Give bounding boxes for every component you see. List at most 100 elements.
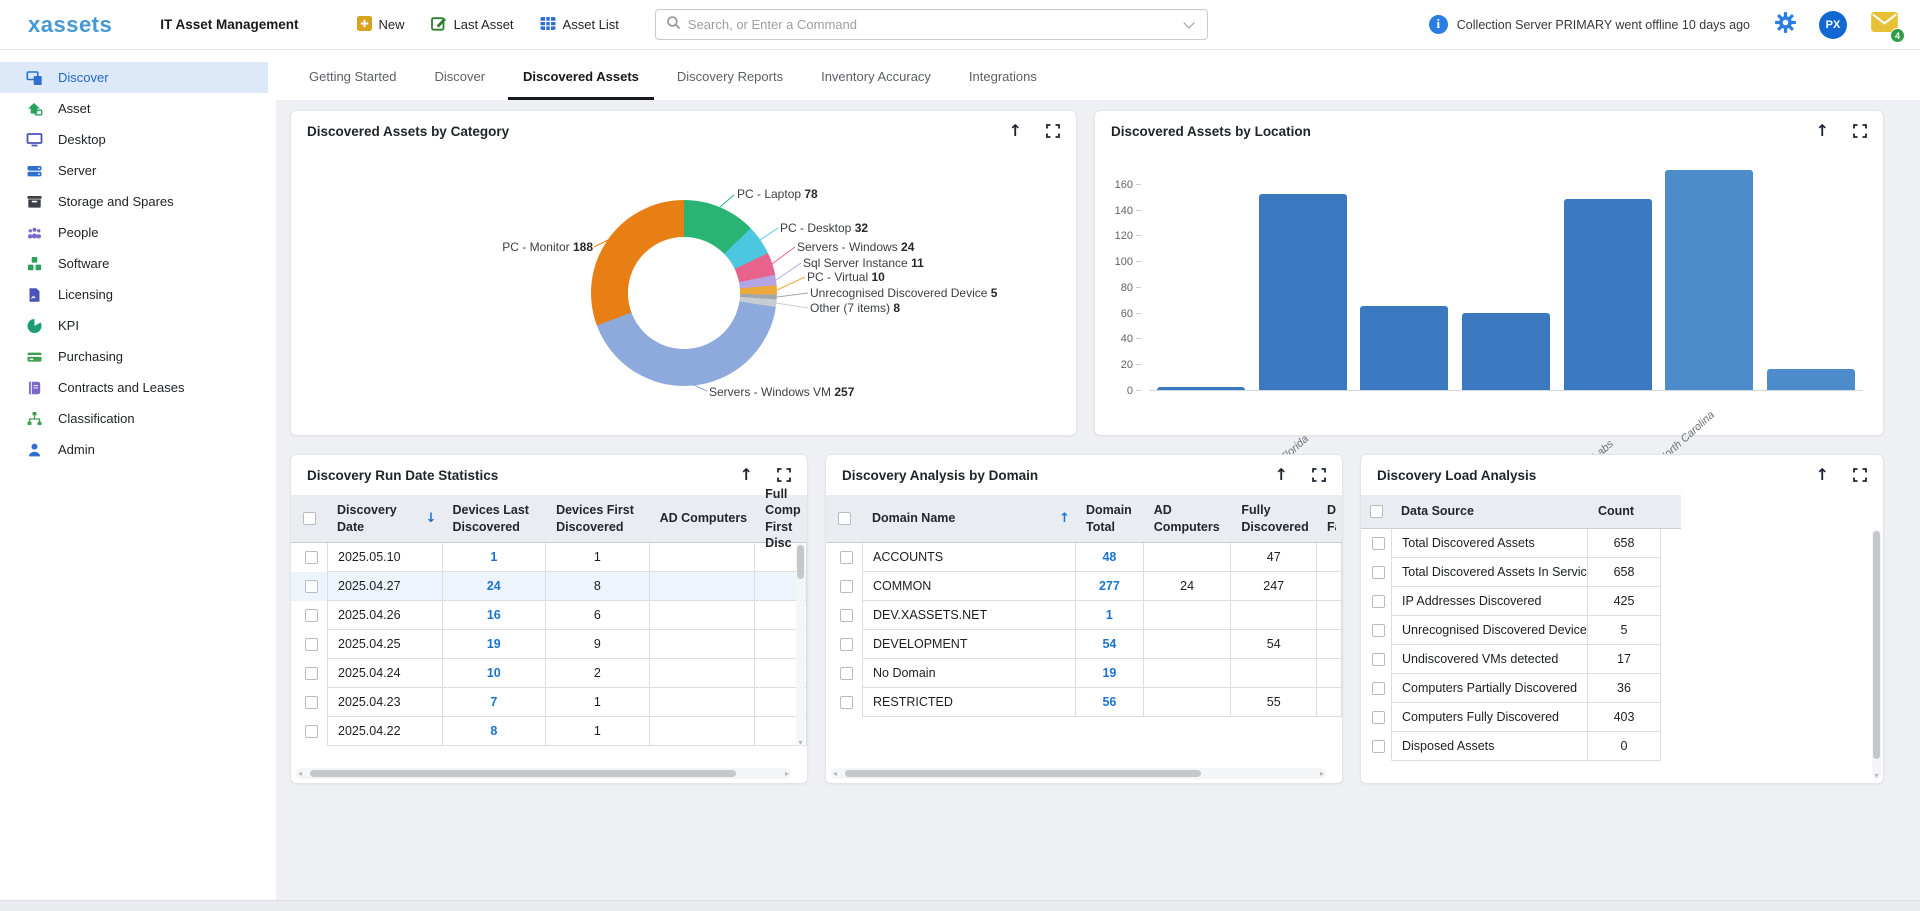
row-checkbox[interactable] [305, 580, 318, 593]
sidebar-item-contracts-and-leases[interactable]: Contracts and Leases [0, 372, 268, 403]
bar[interactable] [1767, 369, 1855, 390]
select-all-checkbox[interactable] [838, 512, 851, 525]
xassets-logo[interactable]: xassets [28, 12, 112, 38]
table-row[interactable]: Undiscovered VMs detected17 [1361, 645, 1883, 674]
expand-icon[interactable] [1046, 124, 1060, 138]
table-row[interactable]: COMMON27724247 [826, 572, 1342, 601]
table-row[interactable]: Unrecognised Discovered Devices5 [1361, 616, 1883, 645]
row-checkbox[interactable] [1372, 740, 1385, 753]
cell-total[interactable]: 19 [1076, 659, 1144, 688]
table-row[interactable]: No Domain19 [826, 659, 1342, 688]
scrollbar-thumb[interactable] [1873, 531, 1880, 759]
sidebar-item-people[interactable]: People [0, 217, 268, 248]
table-row[interactable]: Total Discovered Assets In Service658 [1361, 558, 1883, 587]
cell-total[interactable]: 48 [1076, 543, 1144, 572]
table-row[interactable]: Computers Fully Discovered403 [1361, 703, 1883, 732]
bar[interactable] [1259, 194, 1347, 390]
column-header[interactable]: Domain Name↑ [862, 510, 1076, 526]
cell-last[interactable]: 19 [443, 630, 547, 659]
row-checkbox[interactable] [1372, 711, 1385, 724]
column-header[interactable]: Domain Total [1076, 502, 1144, 535]
bar[interactable] [1564, 199, 1652, 390]
bar[interactable] [1462, 313, 1550, 390]
sidebar-item-discover[interactable]: Discover [0, 62, 268, 93]
row-checkbox[interactable] [1372, 537, 1385, 550]
chevron-down-icon[interactable] [1183, 17, 1194, 28]
sidebar-item-storage-and-spares[interactable]: Storage and Spares [0, 186, 268, 217]
row-checkbox[interactable] [840, 638, 853, 651]
tab-discovery-reports[interactable]: Discovery Reports [662, 69, 798, 100]
export-arrow-icon[interactable]: ↑ [1009, 123, 1022, 139]
expand-icon[interactable] [1853, 124, 1867, 138]
table-row[interactable]: DEV.XASSETS.NET1 [826, 601, 1342, 630]
expand-icon[interactable] [1312, 468, 1326, 482]
expand-icon[interactable] [777, 468, 791, 482]
sidebar-item-kpi[interactable]: KPI [0, 310, 268, 341]
horizontal-scrollbar[interactable] [831, 768, 1326, 779]
messages-button[interactable]: 4 [1871, 12, 1898, 37]
cell-last[interactable]: 7 [443, 688, 547, 717]
scrollbar-thumb[interactable] [310, 770, 736, 777]
column-header[interactable]: Full Comp First Disc [755, 486, 807, 551]
tab-discovered-assets[interactable]: Discovered Assets [508, 69, 654, 100]
vertical-scrollbar[interactable] [1872, 529, 1881, 779]
horizontal-scrollbar[interactable] [296, 768, 791, 779]
row-checkbox[interactable] [840, 551, 853, 564]
table-row[interactable]: Total Discovered Assets658 [1361, 529, 1883, 558]
table-row[interactable]: Disposed Assets0 [1361, 732, 1883, 761]
column-header[interactable]: AD Computers [650, 510, 756, 526]
export-arrow-icon[interactable]: ↑ [740, 467, 753, 483]
tab-discover[interactable]: Discover [419, 69, 500, 100]
table-row[interactable]: ACCOUNTS4847 [826, 543, 1342, 572]
cell-total[interactable]: 1 [1076, 601, 1144, 630]
table-row[interactable]: 2025.04.2281 [291, 717, 807, 746]
table-row[interactable]: 2025.04.24102 [291, 659, 807, 688]
cell-last[interactable]: 16 [443, 601, 547, 630]
column-header[interactable]: Devices First Discovered [546, 502, 650, 535]
cell-last[interactable]: 10 [443, 659, 547, 688]
row-checkbox[interactable] [840, 667, 853, 680]
tab-integrations[interactable]: Integrations [954, 69, 1052, 100]
table-row[interactable]: 2025.04.26166 [291, 601, 807, 630]
row-checkbox[interactable] [1372, 566, 1385, 579]
search-input[interactable] [688, 17, 1177, 32]
column-header[interactable]: AD Computers [1144, 502, 1232, 535]
new-button[interactable]: New [357, 16, 405, 34]
column-header[interactable]: Devices Last Discovered [443, 502, 547, 535]
row-checkbox[interactable] [840, 609, 853, 622]
sidebar-item-admin[interactable]: Admin [0, 434, 268, 465]
export-arrow-icon[interactable]: ↑ [1816, 123, 1829, 139]
row-checkbox[interactable] [305, 551, 318, 564]
bar[interactable] [1157, 387, 1245, 390]
sidebar-item-purchasing[interactable]: Purchasing [0, 341, 268, 372]
cell-last[interactable]: 24 [443, 572, 547, 601]
tab-inventory-accuracy[interactable]: Inventory Accuracy [806, 69, 946, 100]
row-checkbox[interactable] [840, 580, 853, 593]
vertical-scrollbar[interactable] [796, 543, 805, 746]
row-checkbox[interactable] [305, 725, 318, 738]
column-header[interactable]: Count [1588, 503, 1661, 519]
sidebar-item-software[interactable]: Software [0, 248, 268, 279]
table-row[interactable]: RESTRICTED5655 [826, 688, 1342, 717]
settings-button[interactable] [1774, 11, 1797, 39]
server-status-notification[interactable]: Collection Server PRIMARY went offline 1… [1429, 15, 1750, 34]
row-checkbox[interactable] [840, 696, 853, 709]
export-arrow-icon[interactable]: ↑ [1275, 467, 1288, 483]
table-row[interactable]: 2025.05.1011 [291, 543, 807, 572]
table-row[interactable]: DEVELOPMENT5454 [826, 630, 1342, 659]
page-scrollbar-track[interactable] [0, 900, 1920, 911]
column-header[interactable]: Fully Discovered [1231, 502, 1317, 535]
asset-list-button[interactable]: Asset List [540, 16, 619, 34]
table-row[interactable]: 2025.04.2371 [291, 688, 807, 717]
cell-last[interactable]: 1 [443, 543, 547, 572]
sidebar-item-desktop[interactable]: Desktop [0, 124, 268, 155]
row-checkbox[interactable] [1372, 653, 1385, 666]
column-header[interactable]: Data Source [1391, 503, 1588, 519]
row-checkbox[interactable] [305, 696, 318, 709]
cell-total[interactable]: 54 [1076, 630, 1144, 659]
bar[interactable] [1360, 306, 1448, 390]
sidebar-item-asset[interactable]: Asset [0, 93, 268, 124]
select-all-checkbox[interactable] [1370, 505, 1383, 518]
column-header[interactable]: Discovery Date↓ [327, 502, 443, 535]
table-row[interactable]: Computers Partially Discovered36 [1361, 674, 1883, 703]
